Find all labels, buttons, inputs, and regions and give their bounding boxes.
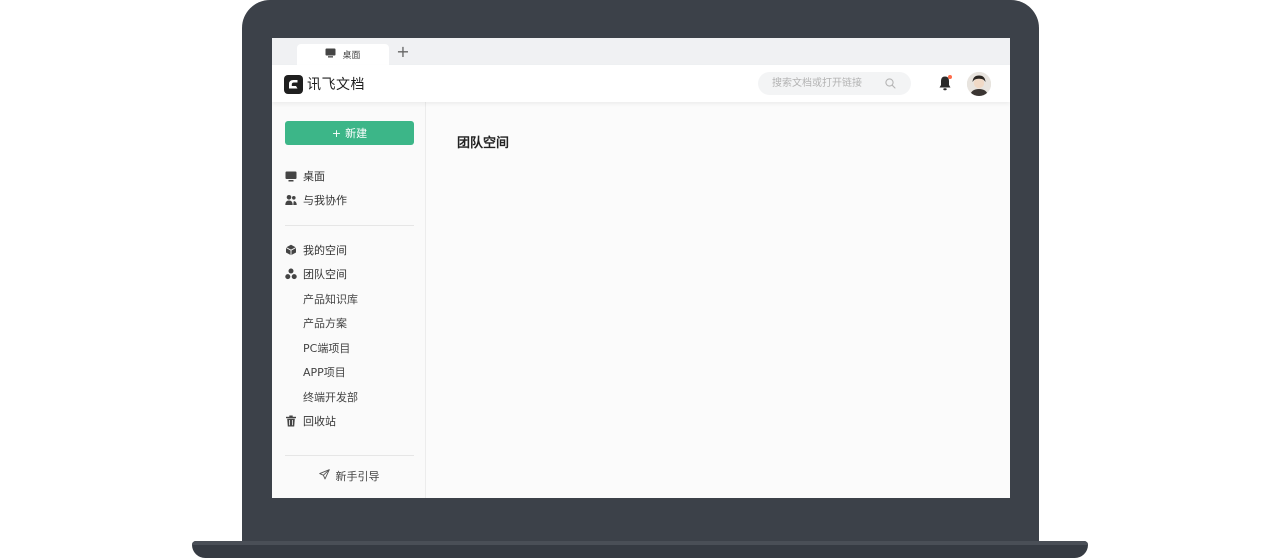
sidebar: + 新建 桌面 与我协作 我的空间 团队空间 产品知识库 产品方案 PC端项目 … xyxy=(272,102,426,498)
paper-plane-icon xyxy=(318,469,330,483)
sidebar-item-team-space-child[interactable]: PC端项目 xyxy=(303,339,350,357)
sidebar-item-team-space-child[interactable]: APP项目 xyxy=(303,363,346,381)
search-input[interactable] xyxy=(770,77,885,90)
sidebar-item-collaborate[interactable]: 与我协作 xyxy=(285,191,347,209)
desktop-icon xyxy=(285,170,297,182)
beginner-guide-label: 新手引导 xyxy=(335,470,380,483)
browser-tab-desktop[interactable]: 桌面 xyxy=(297,44,389,65)
sidebar-item-my-space[interactable]: 我的空间 xyxy=(285,241,347,259)
sidebar-item-label: 团队空间 xyxy=(303,268,347,281)
plus-icon: + xyxy=(331,126,342,140)
cube-icon xyxy=(285,244,297,256)
app-header: 讯飞文档 xyxy=(272,65,1010,102)
sidebar-item-desktop[interactable]: 桌面 xyxy=(285,167,325,185)
laptop-base-edge xyxy=(192,541,1088,545)
app-logo[interactable]: 讯飞文档 xyxy=(284,74,365,94)
sidebar-item-team-space-child[interactable]: 终端开发部 xyxy=(303,388,358,406)
beginner-guide-link[interactable]: 新手引导 xyxy=(272,467,426,485)
new-tab-button[interactable]: + xyxy=(394,43,412,61)
xunfei-logo-icon xyxy=(284,74,303,94)
sidebar-item-label: 回收站 xyxy=(303,415,336,428)
sidebar-item-team-space-child[interactable]: 产品方案 xyxy=(303,314,347,332)
sidebar-item-trash[interactable]: 回收站 xyxy=(285,412,336,430)
team-icon xyxy=(285,268,297,280)
sidebar-item-team-space-child[interactable]: 产品知识库 xyxy=(303,290,358,308)
new-button[interactable]: + 新建 xyxy=(285,121,414,145)
sidebar-item-label: 与我协作 xyxy=(303,194,347,207)
new-button-label: 新建 xyxy=(345,127,368,140)
app-name: 讯飞文档 xyxy=(307,77,365,93)
app-screen: 桌面 + 讯飞文档 搜索文档或打开链接 + 新建 桌面 与我协作 我的空间 团队… xyxy=(272,38,1010,498)
sidebar-item-label: 桌面 xyxy=(303,170,325,183)
search-box[interactable] xyxy=(758,72,911,95)
sidebar-divider xyxy=(285,455,414,456)
page-title: 团队空间 xyxy=(457,136,510,151)
sidebar-divider xyxy=(285,225,414,226)
sidebar-item-team-space[interactable]: 团队空间 xyxy=(285,265,347,283)
desktop-icon xyxy=(325,48,336,61)
users-icon xyxy=(285,194,297,206)
trash-icon xyxy=(285,415,297,427)
notification-dot xyxy=(948,75,952,79)
avatar[interactable] xyxy=(967,72,991,96)
search-icon[interactable] xyxy=(885,74,896,93)
main-content: 团队空间 xyxy=(427,102,1010,498)
sidebar-item-label: 我的空间 xyxy=(303,244,347,257)
browser-tab-bar: 桌面 + xyxy=(272,38,1010,65)
browser-tab-label: 桌面 xyxy=(342,51,361,61)
